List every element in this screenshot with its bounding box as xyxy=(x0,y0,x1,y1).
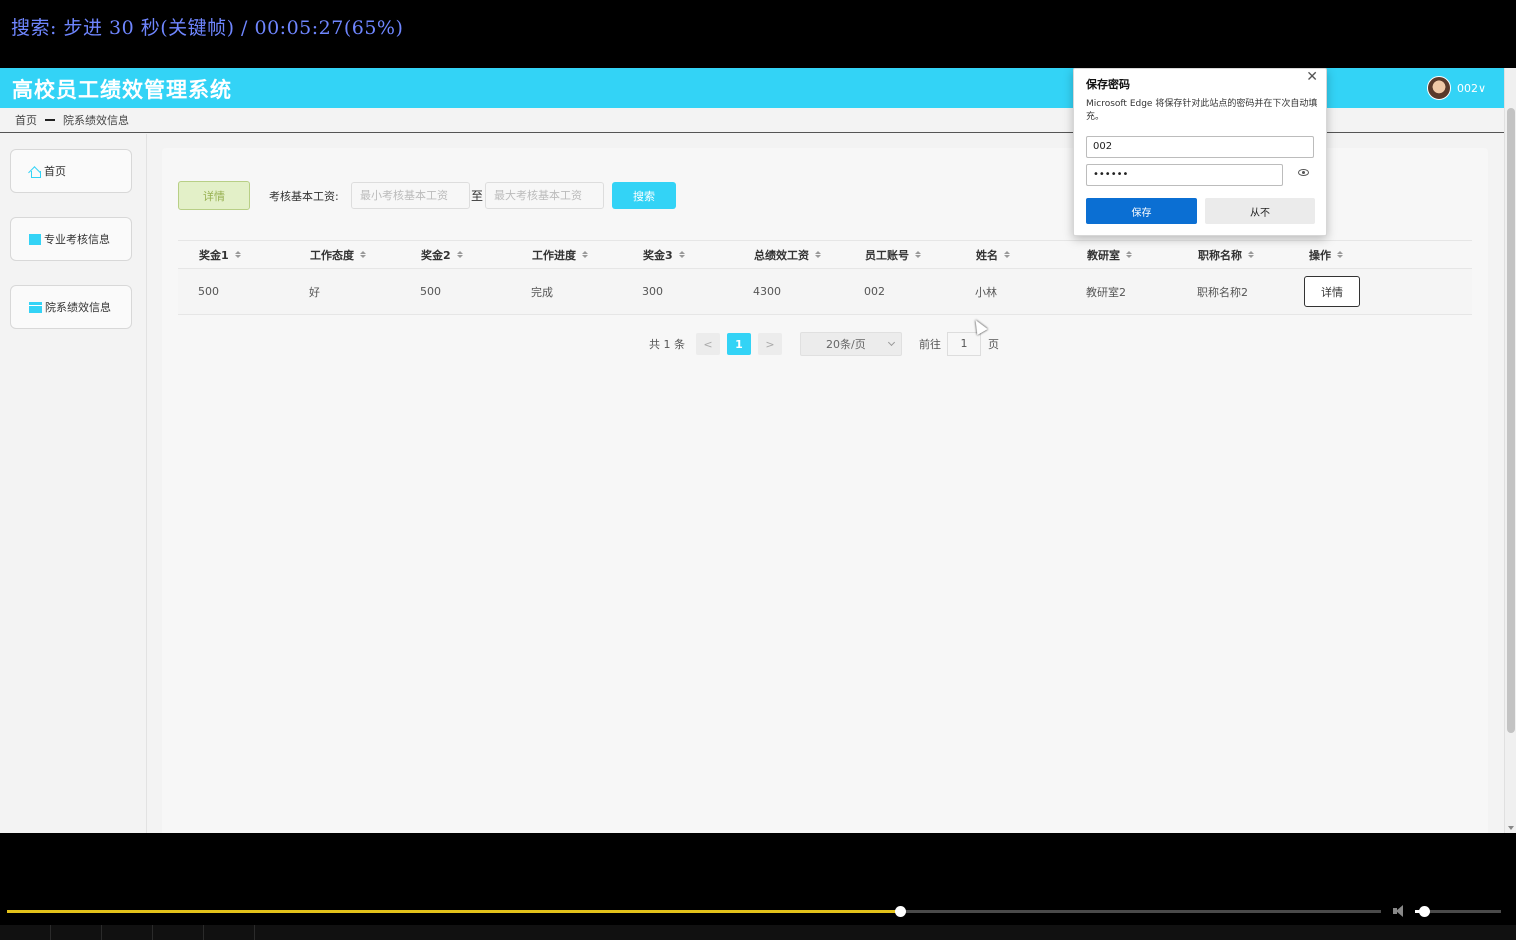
page-number-button[interactable]: 1 xyxy=(727,333,751,355)
sidebar-item-label: 首页 xyxy=(44,165,66,178)
table-cell: 500 xyxy=(198,285,219,298)
table-cell: 好 xyxy=(309,285,320,299)
breadcrumb-current: 院系绩效信息 xyxy=(63,114,129,127)
control-button[interactable] xyxy=(204,925,255,940)
row-detail-button[interactable]: 详情 xyxy=(1304,276,1360,307)
table-cell: 教研室2 xyxy=(1086,285,1126,299)
control-button[interactable] xyxy=(102,925,153,940)
save-password-dialog: 保存密码 ✕ Microsoft Edge 将保存针对此站点的密码并在下次自动填… xyxy=(1073,68,1327,236)
volume-handle[interactable] xyxy=(1418,906,1430,917)
breadcrumb-home[interactable]: 首页 xyxy=(15,112,37,128)
table-row: 500 好 500 完成 300 4300 002 小林 教研室2 职称名称2 … xyxy=(178,269,1472,315)
salary-search-label: 考核基本工资: xyxy=(269,190,339,203)
user-name[interactable]: 002∨ xyxy=(1457,82,1486,95)
page-scrollbar[interactable] xyxy=(1504,68,1516,833)
volume-icon[interactable] xyxy=(1393,905,1407,917)
breadcrumb-separator xyxy=(45,119,55,121)
close-icon[interactable]: ✕ xyxy=(1306,69,1318,85)
sort-icon[interactable] xyxy=(815,251,821,258)
seek-handle[interactable] xyxy=(895,906,907,917)
page-size-select[interactable]: 20条/页 xyxy=(800,332,902,356)
table-cell: 002 xyxy=(864,285,885,298)
osd-status-text: 搜索: 步进 30 秒(关键帧) / 00:05:27(65%) xyxy=(11,17,404,39)
page-suffix: 页 xyxy=(988,338,999,351)
never-save-button[interactable]: 从不 xyxy=(1205,198,1315,224)
sort-icon[interactable] xyxy=(678,251,685,258)
control-strip xyxy=(0,925,1516,940)
control-button[interactable] xyxy=(0,925,51,940)
sort-icon[interactable] xyxy=(582,251,588,258)
search-button[interactable]: 搜索 xyxy=(612,182,676,209)
seek-bar[interactable] xyxy=(7,906,1381,917)
table-cell: 300 xyxy=(642,285,663,298)
column-header[interactable]: 职称名称 xyxy=(1177,247,1288,263)
max-salary-input[interactable] xyxy=(485,182,604,209)
scrollbar-thumb[interactable] xyxy=(1507,108,1515,733)
volume-slider[interactable] xyxy=(1415,906,1501,917)
sort-icon[interactable] xyxy=(1004,251,1010,258)
goto-label: 前往 xyxy=(919,338,941,351)
range-to-label: 至 xyxy=(471,189,484,203)
table-cell: 小林 xyxy=(975,285,997,299)
data-table: 奖金1 工作态度 奖金2 工作进度 奖金3 总绩效工资 员工账号 姓名 教研室 … xyxy=(178,240,1472,315)
column-header[interactable]: 奖金1 xyxy=(178,247,289,263)
eye-icon[interactable] xyxy=(1298,169,1309,176)
column-header[interactable]: 姓名 xyxy=(955,247,1066,263)
dialog-description: Microsoft Edge 将保存针对此站点的密码并在下次自动填充。 xyxy=(1086,99,1318,122)
table-cell: 500 xyxy=(420,285,441,298)
sidebar-item-department-performance[interactable]: 院系绩效信息 xyxy=(10,285,132,329)
next-page-button[interactable]: > xyxy=(758,333,782,355)
control-button[interactable] xyxy=(153,925,204,940)
min-salary-input[interactable] xyxy=(351,182,470,209)
seek-progress xyxy=(7,910,901,913)
action-cell: 详情 xyxy=(1288,276,1399,307)
sidebar: 首页 专业考核信息 院系绩效信息 xyxy=(0,134,147,833)
main-content: 详情 考核基本工资: 至 搜索 奖金1 工作态度 奖金2 工作进度 奖金3 总绩… xyxy=(162,148,1488,833)
block-icon xyxy=(29,233,41,245)
page-size-value: 20条/页 xyxy=(826,338,866,351)
goto-page-input[interactable]: 1 xyxy=(947,332,981,356)
total-count: 共 1 条 xyxy=(649,338,685,351)
sort-icon[interactable] xyxy=(234,251,241,258)
column-header[interactable]: 奖金2 xyxy=(400,247,511,263)
dialog-title: 保存密码 xyxy=(1086,78,1130,91)
sort-icon[interactable] xyxy=(915,251,921,258)
sidebar-item-major-assessment[interactable]: 专业考核信息 xyxy=(10,217,132,261)
column-header[interactable]: 操作 xyxy=(1288,247,1399,263)
home-icon xyxy=(29,166,41,178)
control-button[interactable] xyxy=(51,925,102,940)
table-icon xyxy=(29,301,42,313)
save-password-button[interactable]: 保存 xyxy=(1086,198,1197,224)
column-header[interactable]: 奖金3 xyxy=(622,247,733,263)
username-field[interactable]: 002 xyxy=(1086,136,1314,158)
sidebar-item-label: 专业考核信息 xyxy=(44,233,110,246)
app-window: 高校员工绩效管理系统 002∨ 首页 院系绩效信息 首页 专业考核信息 院系绩效… xyxy=(0,68,1516,833)
scroll-down-icon[interactable] xyxy=(1508,826,1514,830)
avatar[interactable] xyxy=(1426,76,1451,100)
password-field[interactable]: •••••• xyxy=(1086,164,1283,186)
sort-icon[interactable] xyxy=(1248,251,1254,258)
player-osd: 搜索: 步进 30 秒(关键帧) / 00:05:27(65%) xyxy=(0,0,1516,68)
sort-icon[interactable] xyxy=(1126,251,1132,258)
sort-icon[interactable] xyxy=(360,251,366,258)
player-controls xyxy=(0,833,1516,940)
table-header: 奖金1 工作态度 奖金2 工作进度 奖金3 总绩效工资 员工账号 姓名 教研室 … xyxy=(178,241,1472,269)
column-header[interactable]: 教研室 xyxy=(1066,247,1177,263)
pagination: 共 1 条 < 1 > 20条/页 前往 1 页 xyxy=(649,332,999,356)
app-title: 高校员工绩效管理系统 xyxy=(12,78,232,102)
prev-page-button[interactable]: < xyxy=(696,333,720,355)
user-menu[interactable]: 002∨ xyxy=(1426,76,1486,100)
sort-icon[interactable] xyxy=(456,251,463,258)
sort-icon[interactable] xyxy=(1337,251,1343,258)
sidebar-item-label: 院系绩效信息 xyxy=(45,301,111,314)
column-header[interactable]: 工作进度 xyxy=(511,247,622,263)
column-header[interactable]: 工作态度 xyxy=(289,247,400,263)
column-header[interactable]: 员工账号 xyxy=(844,247,955,263)
column-header[interactable]: 总绩效工资 xyxy=(733,247,844,263)
table-cell: 完成 xyxy=(531,285,553,299)
table-cell: 4300 xyxy=(753,285,781,298)
sidebar-item-home[interactable]: 首页 xyxy=(10,149,132,193)
table-cell: 职称名称2 xyxy=(1197,285,1248,299)
detail-button[interactable]: 详情 xyxy=(178,181,250,210)
